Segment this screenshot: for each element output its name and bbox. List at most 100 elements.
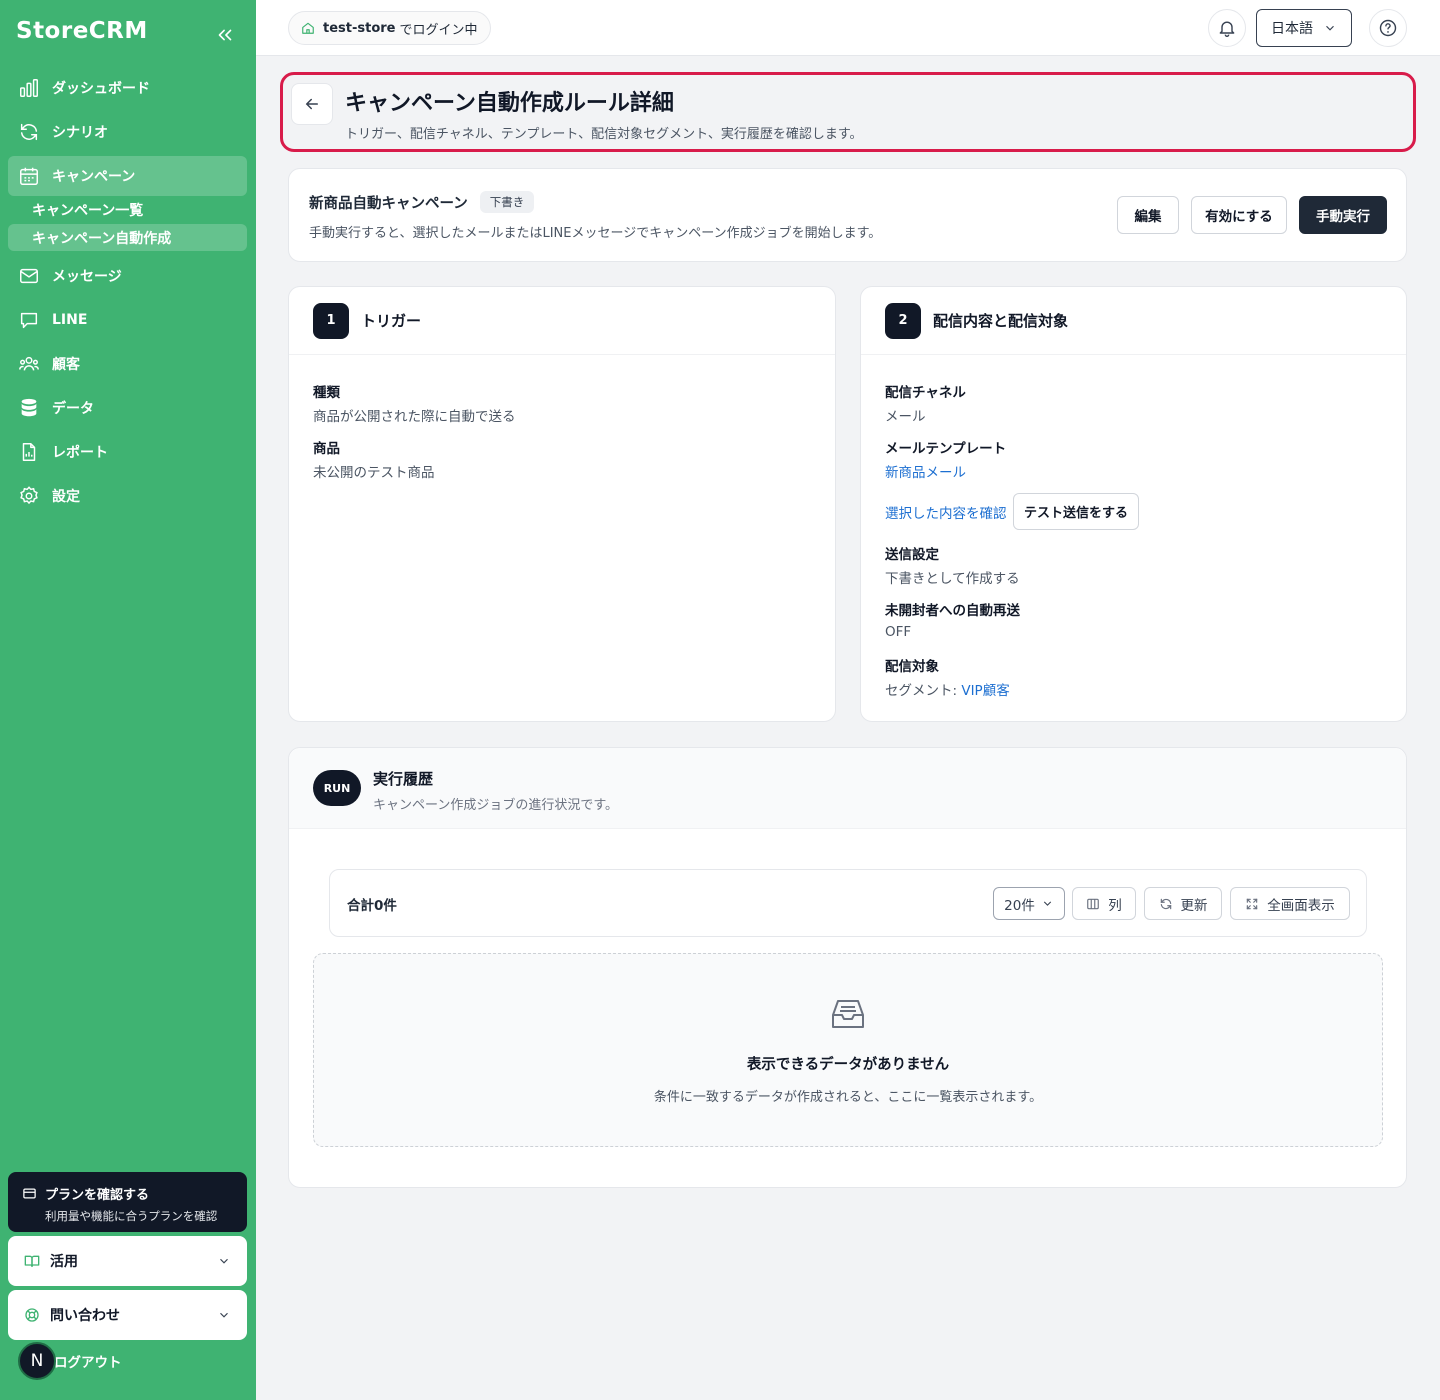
fullscreen-label: 全画面表示 [1267, 897, 1335, 914]
chevron-down-icon [1041, 897, 1054, 910]
accordion-usage[interactable]: 活用 [8, 1236, 247, 1286]
sidebar-item-label: キャンペーン [52, 169, 136, 185]
plan-card[interactable]: プランを確認する 利用量や機能に合うプランを確認 [8, 1172, 247, 1232]
campaign-summary-card: 新商品自動キャンペーン 下書き 手動実行すると、選択したメールまたはLINEメッ… [288, 168, 1407, 262]
refresh-icon [1159, 897, 1181, 911]
lifebuoy-icon [24, 1307, 40, 1323]
sidebar-item-scenario[interactable]: シナリオ [8, 112, 247, 152]
sidebar-item-label: 設定 [52, 489, 80, 505]
status-badge: 下書き [479, 191, 535, 213]
empty-subtitle: 条件に一致するデータが作成されると、ここに一覧表示されます。 [653, 1090, 1043, 1105]
mail-icon [18, 265, 40, 287]
segment-link[interactable]: VIP顧客 [961, 683, 1009, 699]
trigger-card: 1 トリガー 種類 商品が公開された際に自動で送る 商品 未公開のテスト商品 [288, 286, 836, 722]
database-icon [18, 397, 40, 419]
help-icon [1378, 18, 1398, 38]
columns-label: 列 [1108, 897, 1122, 914]
sidebar-item-label: LINE [52, 312, 88, 328]
sidebar-subitem-campaign-auto[interactable]: キャンペーン自動作成 [8, 224, 247, 251]
sidebar-item-label: シナリオ [52, 125, 108, 141]
resend-value: OFF [885, 624, 912, 640]
page-size-select[interactable]: 20件 [993, 887, 1065, 920]
channel-value: メール [885, 409, 926, 425]
trigger-product-label: 商品 [313, 441, 340, 457]
sidebar: StoreCRM ダッシュボード シナリオ キャンペーン キャンペーン一覧 キャ… [0, 0, 256, 1400]
calendar-icon [18, 165, 40, 187]
enable-button[interactable]: 有効にする [1191, 196, 1287, 234]
trigger-type-label: 種類 [313, 385, 340, 401]
refresh-button[interactable]: 更新 [1144, 887, 1222, 920]
sidebar-item-label: ダッシュボード [52, 81, 150, 97]
template-label: メールテンプレート [885, 441, 1007, 457]
section-subtitle: キャンペーン作成ジョブの進行状況です。 [373, 798, 619, 813]
store-login-suffix: でログイン中 [399, 22, 478, 38]
sidebar-item-label: メッセージ [52, 269, 122, 285]
test-send-button[interactable]: テスト送信をする [1013, 493, 1139, 530]
fullscreen-button[interactable]: 全画面表示 [1230, 887, 1350, 920]
bell-icon [1217, 18, 1237, 38]
template-link[interactable]: 新商品メール [885, 461, 966, 481]
accordion-usage-label: 活用 [50, 1254, 78, 1270]
table-toolbar: 合計0件 20件 列 更新 全画面表示 [329, 869, 1367, 937]
resend-label: 未開封者への自動再送 [885, 603, 1020, 619]
page-header: キャンペーン自動作成ルール詳細 トリガー、配信チャネル、テンプレート、配信対象セ… [280, 72, 1416, 152]
page-size-value: 20件 [1004, 897, 1035, 914]
manual-run-button[interactable]: 手動実行 [1299, 196, 1387, 234]
help-button[interactable] [1369, 9, 1407, 47]
accordion-contact[interactable]: 問い合わせ [8, 1290, 247, 1340]
language-select[interactable]: 日本語 [1256, 9, 1352, 47]
arrow-left-icon [303, 95, 321, 113]
chat-icon [18, 309, 40, 331]
expand-icon [1245, 897, 1267, 911]
delivery-card: 2 配信内容と配信対象 配信チャネル メール メールテンプレート 新商品メール … [860, 286, 1407, 722]
plan-subtitle: 利用量や機能に合うプランを確認 [45, 1209, 218, 1223]
chevron-down-icon [217, 1254, 231, 1268]
empty-state: 表示できるデータがありません 条件に一致するデータが作成されると、ここに一覧表示… [313, 953, 1383, 1147]
back-button[interactable] [291, 83, 333, 125]
sidebar-subitem-campaign-list[interactable]: キャンペーン一覧 [8, 196, 247, 223]
sidebar-item-campaign[interactable]: キャンペーン [8, 156, 247, 196]
language-value: 日本語 [1271, 21, 1313, 37]
section-title: トリガー [361, 312, 422, 330]
store-name: test-store [323, 20, 396, 36]
refresh-label: 更新 [1180, 897, 1208, 914]
notification-button[interactable] [1208, 9, 1246, 47]
sidebar-item-settings[interactable]: 設定 [8, 476, 247, 516]
app-logo: StoreCRM [16, 18, 148, 44]
book-icon [24, 1253, 40, 1269]
sidebar-item-data[interactable]: データ [8, 388, 247, 428]
sidebar-item-line[interactable]: LINE [8, 300, 247, 340]
plan-title: プランを確認する [45, 1188, 150, 1203]
target-value: セグメント: VIP顧客 [885, 679, 1010, 699]
edit-button[interactable]: 編集 [1117, 196, 1179, 234]
campaign-description: 手動実行すると、選択したメールまたはLINEメッセージでキャンペーン作成ジョブを… [309, 226, 882, 241]
topbar: test-store でログイン中 日本語 [256, 0, 1440, 56]
sidebar-item-report[interactable]: レポート [8, 432, 247, 472]
columns-button[interactable]: 列 [1072, 887, 1136, 920]
columns-icon [1086, 897, 1108, 911]
run-badge: RUN [313, 770, 361, 806]
chevron-down-icon [217, 1308, 231, 1322]
page-subtitle: トリガー、配信チャネル、テンプレート、配信対象セグメント、実行履歴を確認します。 [345, 127, 863, 142]
file-icon [18, 441, 40, 463]
logout-button[interactable]: N ログアウト [18, 1342, 122, 1380]
sidebar-item-dashboard[interactable]: ダッシュボード [8, 68, 247, 108]
sidebar-item-customers[interactable]: 顧客 [8, 344, 247, 384]
store-indicator[interactable]: test-store でログイン中 [288, 11, 491, 45]
channel-label: 配信チャネル [885, 385, 966, 401]
target-prefix: セグメント: [885, 683, 962, 699]
logout-label: ログアウト [54, 1355, 122, 1371]
section-title: 配信内容と配信対象 [933, 312, 1069, 330]
sidebar-subitem-label: キャンペーン自動作成 [32, 230, 172, 247]
confirm-content-link[interactable]: 選択した内容を確認 [885, 502, 1007, 522]
campaign-name: 新商品自動キャンペーン [309, 195, 468, 212]
empty-title: 表示できるデータがありません [746, 1057, 950, 1073]
users-icon [18, 353, 40, 375]
refresh-icon [18, 121, 40, 143]
sidebar-item-message[interactable]: メッセージ [8, 256, 247, 296]
step-number: 1 [313, 302, 349, 339]
avatar[interactable]: N [18, 1342, 56, 1380]
send-setting-value: 下書きとして作成する [885, 571, 1020, 587]
gear-icon [18, 485, 40, 507]
collapse-sidebar-icon[interactable] [214, 24, 236, 46]
